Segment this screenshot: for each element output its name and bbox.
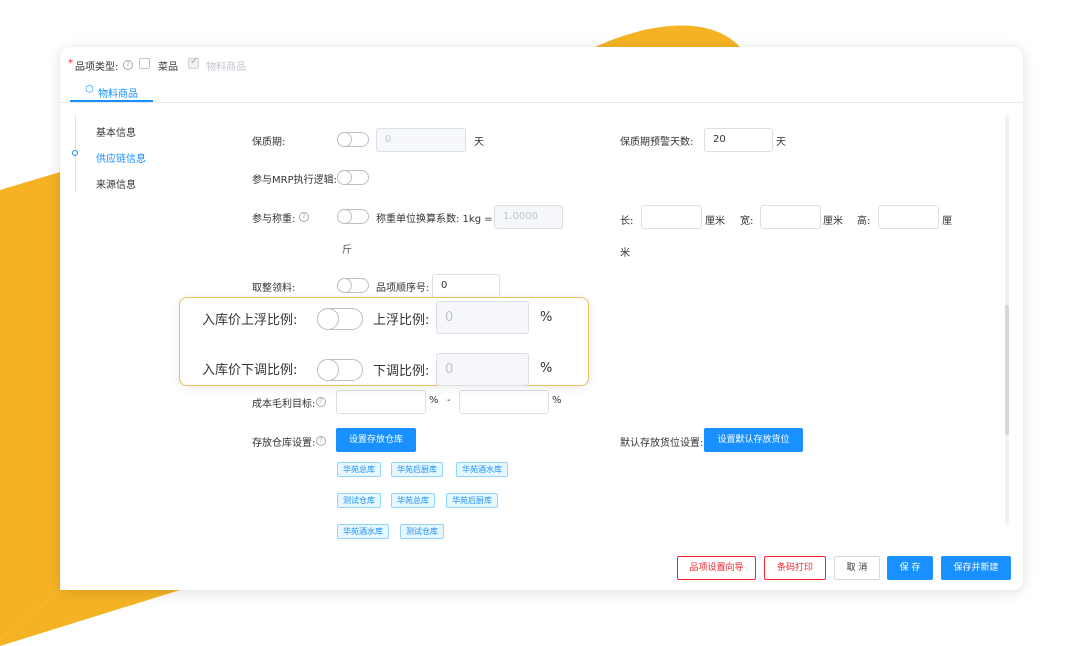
- height-input[interactable]: [878, 205, 939, 229]
- save-button[interactable]: 保 存: [887, 556, 933, 580]
- tab-material-label: 物料商品: [98, 89, 138, 100]
- width-input[interactable]: [760, 205, 821, 229]
- sidebar-item-source[interactable]: 来源信息: [96, 173, 136, 192]
- up-ratio-input[interactable]: 0: [436, 301, 529, 334]
- sidebar-item-basic[interactable]: 基本信息: [96, 121, 136, 140]
- active-dot-icon: [72, 150, 78, 156]
- length-unit: 厘米: [705, 216, 725, 227]
- material-checkbox[interactable]: [188, 56, 199, 69]
- price-up-toggle[interactable]: [317, 308, 363, 330]
- price-adjust-highlight: 入库价上浮比例: 上浮比例: 0 % 入库价下调比例: 下调比例: 0 %: [179, 297, 589, 386]
- warehouse-tag[interactable]: 华苑后厨库: [391, 462, 443, 477]
- warehouse-tag[interactable]: 华苑酒水库: [456, 462, 508, 477]
- up-ratio-label: 上浮比例:: [373, 313, 430, 328]
- set-storage-button[interactable]: 设置存放仓库: [336, 428, 416, 452]
- warehouse-tag[interactable]: 测试仓库: [400, 524, 444, 539]
- height-unit-li: 厘: [942, 216, 952, 227]
- save-and-new-button[interactable]: 保存并新建: [941, 556, 1011, 580]
- warehouse-tag[interactable]: 华苑总库: [391, 493, 435, 508]
- whole-material-label: 取整领料:: [252, 283, 296, 294]
- sidebar-item-label: 来源信息: [96, 180, 136, 191]
- help-icon: ?: [299, 212, 309, 222]
- help-icon: ?: [123, 60, 133, 70]
- dish-option-label: 菜品: [158, 62, 178, 73]
- tab-material[interactable]: ⬡ 物料商品: [70, 82, 153, 102]
- height-unit-mi: 米: [620, 248, 630, 259]
- margin-label: 成本毛利目标:: [252, 399, 316, 410]
- warehouse-tag[interactable]: 测试仓库: [337, 493, 381, 508]
- warehouse-tag[interactable]: 华苑酒水库: [337, 524, 389, 539]
- cancel-button[interactable]: 取 消: [834, 556, 880, 580]
- sidebar-item-label: 基本信息: [96, 128, 136, 139]
- wizard-button[interactable]: 品项设置向导: [677, 556, 756, 580]
- shelf-warn-input[interactable]: 20: [704, 128, 773, 152]
- scrollbar-track[interactable]: [1005, 115, 1009, 525]
- dish-checkbox[interactable]: [139, 58, 150, 69]
- default-location-label: 默认存放货位设置:: [620, 438, 704, 449]
- mrp-toggle[interactable]: [337, 170, 369, 185]
- price-up-label: 入库价上浮比例:: [202, 313, 298, 328]
- item-type-label: 品项类型:: [75, 62, 119, 73]
- margin-min-input[interactable]: [336, 390, 426, 414]
- down-ratio-label: 下调比例:: [373, 364, 430, 379]
- price-down-toggle[interactable]: [317, 359, 363, 381]
- conv-input[interactable]: 1.0000: [494, 205, 563, 229]
- scrollbar-thumb[interactable]: [1005, 305, 1009, 435]
- shelf-life-unit: 天: [474, 137, 484, 148]
- help-icon: ?: [316, 436, 326, 446]
- help-icon: ?: [316, 397, 326, 407]
- length-label: 长:: [620, 216, 634, 227]
- margin-max-input[interactable]: [459, 390, 549, 414]
- order-input[interactable]: 0: [432, 274, 500, 298]
- down-ratio-input[interactable]: 0: [436, 353, 529, 386]
- order-label: 品项顺序号:: [376, 283, 430, 294]
- margin-dash: -: [447, 395, 451, 406]
- cube-icon: ⬡: [85, 84, 94, 95]
- material-option-label: 物料商品: [206, 62, 246, 73]
- warehouse-tag[interactable]: 华苑后厨库: [446, 493, 498, 508]
- warehouse-tag[interactable]: 华苑总库: [337, 462, 381, 477]
- tab-underline: [60, 102, 1023, 103]
- conv-label: 称重单位换算系数: 1kg =: [376, 214, 493, 225]
- mrp-label: 参与MRP执行逻辑:: [252, 175, 337, 186]
- length-input[interactable]: [641, 205, 702, 229]
- shelf-warn-unit: 天: [776, 137, 786, 148]
- height-label: 高:: [857, 216, 871, 227]
- down-ratio-unit: %: [540, 361, 553, 376]
- sidebar-item-supply[interactable]: 供应链信息: [96, 147, 146, 166]
- shelf-life-label: 保质期:: [252, 137, 286, 148]
- required-mark: *: [68, 58, 73, 69]
- price-down-label: 入库价下调比例:: [202, 363, 298, 378]
- sidebar-item-label: 供应链信息: [96, 154, 146, 165]
- margin-pct1: %: [429, 395, 439, 406]
- whole-material-toggle[interactable]: [337, 278, 369, 293]
- barcode-print-button[interactable]: 条码打印: [764, 556, 826, 580]
- width-unit: 厘米: [823, 216, 843, 227]
- up-ratio-unit: %: [540, 310, 553, 325]
- weigh-label: 参与称重:: [252, 214, 296, 225]
- weigh-toggle[interactable]: [337, 209, 369, 224]
- set-default-location-button[interactable]: 设置默认存放货位: [704, 428, 803, 452]
- conv-unit: 斤: [342, 245, 352, 256]
- shelf-life-input[interactable]: 0: [376, 128, 466, 152]
- shelf-life-toggle[interactable]: [337, 132, 369, 147]
- width-label: 宽:: [740, 216, 754, 227]
- margin-pct2: %: [552, 395, 562, 406]
- storage-label: 存放仓库设置:: [252, 438, 316, 449]
- shelf-warn-label: 保质期预警天数:: [620, 137, 694, 148]
